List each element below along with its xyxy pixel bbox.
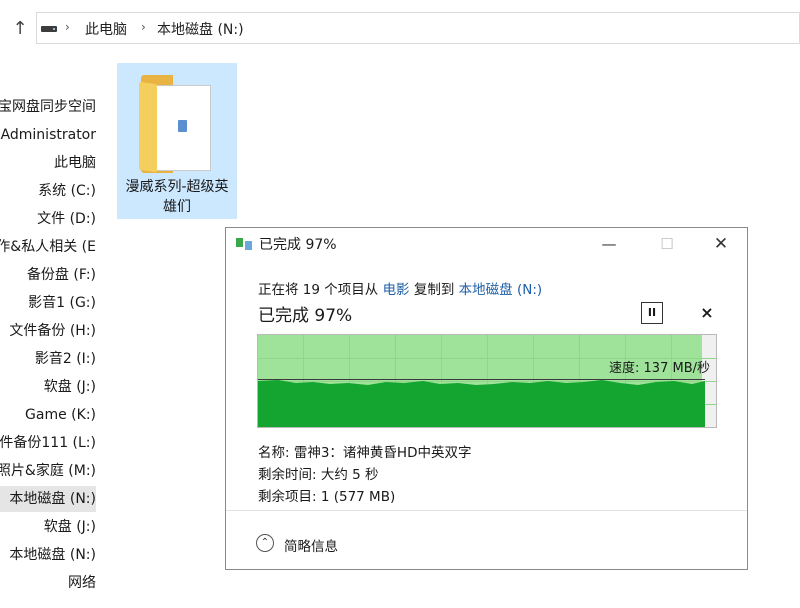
breadcrumb-local-disk[interactable]: 本地磁盘 (N:) — [157, 19, 244, 39]
less-info-label: 简略信息 — [284, 539, 338, 555]
nav-item-this-pc[interactable]: 此电脑 — [0, 150, 96, 176]
copy-progress-dialog: 已完成 97% — ☐ ✕ 正在将 19 个项目从 电影 复制到 本地磁盘 (N… — [225, 227, 748, 570]
file-name: 名称: 雷神3：诸神黄昏HD中英双字 — [258, 445, 472, 461]
breadcrumb-this-pc[interactable]: 此电脑 — [85, 19, 127, 39]
speed-graph: 速度: 137 MB/秒 — [257, 334, 717, 428]
up-arrow-icon[interactable]: ↑ — [10, 18, 30, 40]
chevron-up-icon: ⌃ — [256, 534, 274, 552]
chevron-right-icon[interactable]: › — [65, 20, 70, 34]
destination-link[interactable]: 本地磁盘 (N:) — [459, 282, 542, 298]
dialog-title: 已完成 97% — [259, 237, 337, 253]
nav-item-drive-e[interactable]: 工作&私人相关 (E — [0, 234, 96, 260]
divider — [226, 510, 747, 511]
source-link[interactable]: 电影 — [383, 282, 410, 298]
nav-item-drive-i[interactable]: 影音2 (I:) — [0, 346, 96, 372]
progress-status: 已完成 97% — [258, 306, 353, 326]
address-row: ↑ › 此电脑 › 本地磁盘 (N:) — [0, 0, 800, 56]
nav-item-drive-g[interactable]: 影音1 (G:) — [0, 290, 96, 316]
nav-item-drive-f[interactable]: 备份盘 (F:) — [0, 262, 96, 288]
cancel-button[interactable]: × — [696, 302, 718, 324]
nav-item-drive-n-2[interactable]: 本地磁盘 (N:) — [0, 542, 96, 568]
nav-item-drive-k[interactable]: Game (K:) — [0, 402, 96, 428]
minimize-button[interactable]: — — [586, 228, 632, 260]
nav-item-drive-m[interactable]: 照片&家庭 (M:) — [0, 458, 96, 484]
speed-line — [258, 379, 705, 380]
nav-item-drive-n[interactable]: 本地磁盘 (N:) — [0, 486, 96, 512]
nav-item-cloud-sync[interactable]: 宝网盘同步空间 — [0, 94, 96, 120]
folder-item[interactable]: 漫威系列-超级英雄们 — [117, 63, 237, 219]
nav-item-administrator[interactable]: Administrator — [0, 122, 96, 148]
nav-item-drive-j[interactable]: 软盘 (J:) — [0, 374, 96, 400]
copy-icon — [236, 238, 252, 250]
dialog-titlebar[interactable]: 已完成 97% — ☐ ✕ — [226, 228, 747, 260]
maximize-button[interactable]: ☐ — [644, 228, 690, 260]
folder-name: 漫威系列-超级英雄们 — [125, 179, 229, 215]
items-remaining: 剩余项目: 1 (577 MB) — [258, 489, 396, 505]
nav-item-drive-j-2[interactable]: 软盘 (J:) — [0, 514, 96, 540]
folder-front — [139, 81, 157, 173]
folder-paper — [155, 85, 211, 171]
nav-item-drive-d[interactable]: 文件 (D:) — [0, 206, 96, 232]
nav-item-drive-c[interactable]: 系统 (C:) — [0, 178, 96, 204]
throughput-area — [258, 380, 705, 427]
speed-label: 速度: 137 MB/秒 — [609, 361, 710, 376]
pause-button[interactable]: II — [641, 302, 663, 324]
drive-icon — [41, 26, 57, 32]
close-button[interactable]: ✕ — [698, 228, 744, 260]
time-remaining: 剩余时间: 大约 5 秒 — [258, 467, 379, 483]
nav-item-drive-l[interactable]: 文件备份111 (L:) — [0, 430, 96, 456]
navigation-pane: 宝网盘同步空间 Administrator 此电脑 系统 (C:) 文件 (D:… — [0, 90, 96, 608]
copy-description: 正在将 19 个项目从 电影 复制到 本地磁盘 (N:) — [258, 282, 543, 298]
nav-item-network[interactable]: 网络 — [0, 570, 96, 596]
chevron-right-icon[interactable]: › — [141, 20, 146, 34]
address-bar[interactable]: › 此电脑 › 本地磁盘 (N:) — [36, 12, 800, 44]
nav-item-drive-h[interactable]: 文件备份 (H:) — [0, 318, 96, 344]
